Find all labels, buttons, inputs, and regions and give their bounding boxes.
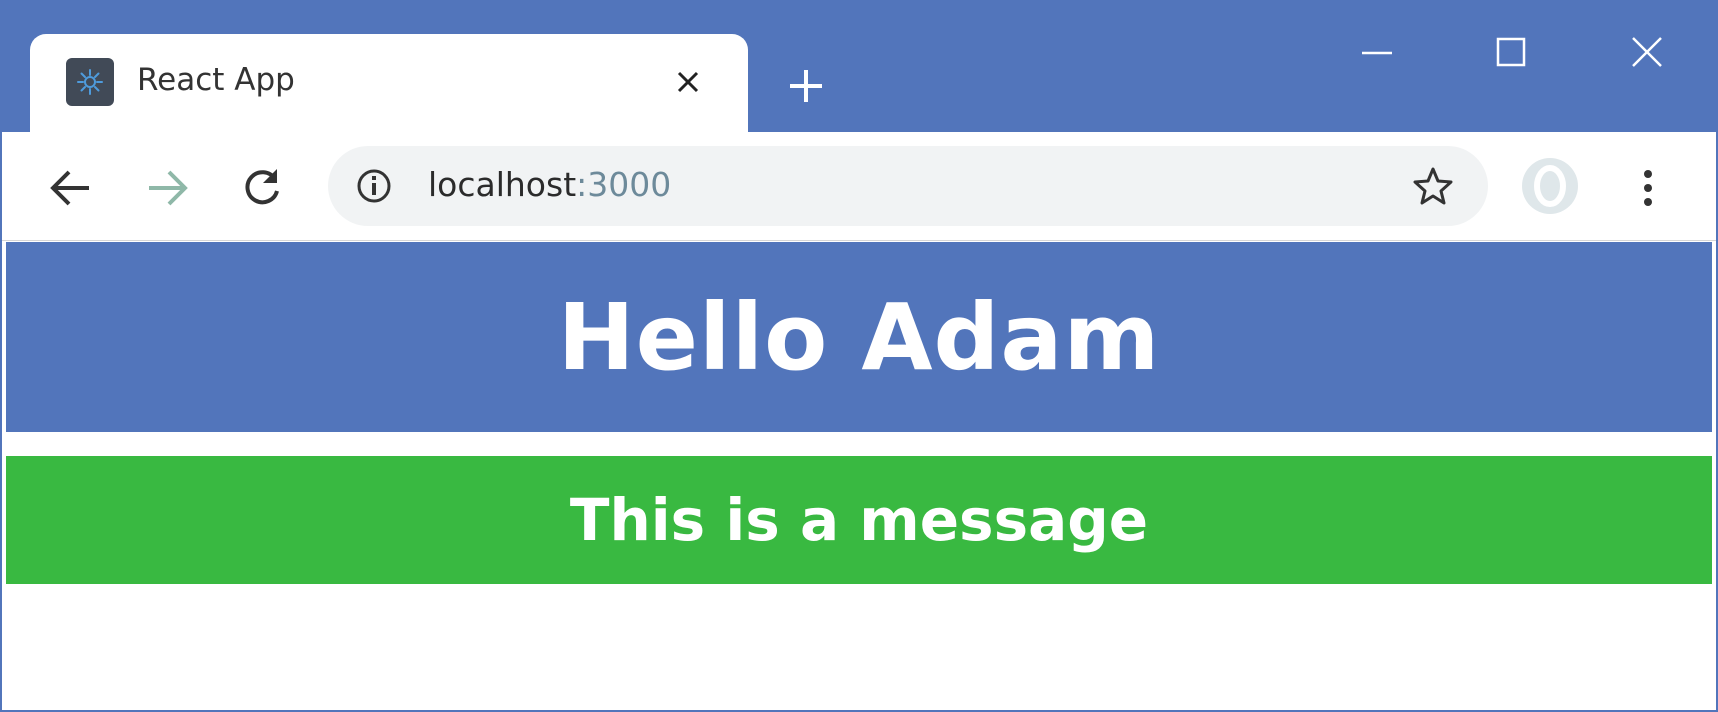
header-banner: Hello Adam (6, 242, 1712, 432)
back-button[interactable] (44, 162, 96, 214)
forward-button[interactable] (142, 162, 194, 214)
browser-toolbar: localhost:3000 (2, 132, 1716, 241)
url-host: localhost (428, 165, 577, 204)
minimize-icon (1362, 51, 1392, 55)
close-tab-icon[interactable] (670, 64, 706, 100)
url-text[interactable]: localhost:3000 (428, 165, 671, 204)
plus-icon (790, 70, 822, 102)
reload-icon (245, 169, 279, 205)
url-port: :3000 (576, 165, 672, 204)
more-vert-icon[interactable] (1622, 162, 1674, 214)
close-icon (1632, 37, 1662, 67)
maximize-icon (1496, 37, 1526, 67)
message-banner: This is a message (6, 456, 1712, 584)
star-icon[interactable] (1411, 164, 1455, 208)
window-close-button[interactable] (1622, 30, 1672, 74)
browser-window: React App localhost:3000 Hello Adam This… (0, 0, 1718, 712)
tab-strip: React App (2, 2, 1716, 134)
tab-react-app[interactable]: React App (30, 34, 748, 134)
minimize-button[interactable] (1352, 30, 1402, 74)
tab-title: React App (137, 62, 295, 98)
page-title: Hello Adam (557, 283, 1161, 391)
info-icon[interactable] (354, 166, 394, 206)
gear-icon (66, 58, 114, 106)
new-tab-button[interactable] (782, 62, 830, 110)
page-content: Hello Adam This is a message (2, 242, 1716, 710)
forward-arrow-icon (149, 170, 188, 206)
message-text: This is a message (569, 486, 1149, 554)
address-bar[interactable]: localhost:3000 (328, 146, 1488, 226)
maximize-button[interactable] (1486, 30, 1536, 74)
avatar-icon[interactable] (1522, 158, 1578, 214)
back-arrow-icon (50, 170, 89, 206)
reload-button[interactable] (236, 162, 288, 214)
